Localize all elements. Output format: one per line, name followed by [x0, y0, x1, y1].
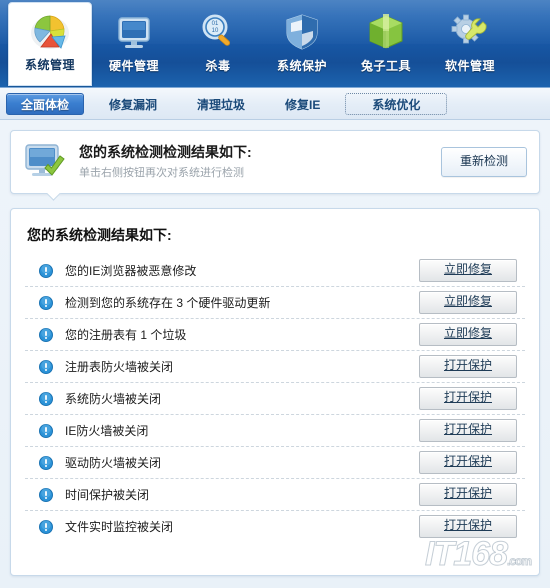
toolbar-item-label: 系统保护	[276, 59, 327, 73]
result-text: 驱动防火墙被关闭	[65, 456, 162, 470]
fix-now-button[interactable]: 立即修复	[419, 291, 517, 314]
toolbar-item-label: 兔子工具	[360, 59, 411, 73]
warning-icon	[39, 391, 53, 406]
table-row: 驱动防火墙被关闭 打开保护	[25, 447, 525, 479]
green-box-icon	[363, 10, 409, 54]
table-row: 注册表防火墙被关闭 打开保护	[25, 351, 525, 383]
table-row: 检测到您的系统存在 3 个硬件驱动更新 立即修复	[25, 287, 525, 319]
table-row: 时间保护被关闭 打开保护	[25, 479, 525, 511]
toolbar-item-label: 软件管理	[444, 59, 495, 73]
toolbar-item-label: 系统管理	[24, 58, 75, 72]
toolbar-item-antivirus[interactable]: 01 10 杀毒	[176, 4, 260, 84]
toolbar-item-label: 杀毒	[205, 59, 231, 73]
warning-icon	[39, 487, 53, 502]
toolbar-item-rabbit-tools[interactable]: 兔子工具	[344, 4, 428, 84]
enable-protection-button[interactable]: 打开保护	[419, 515, 517, 538]
button-label: 打开保护	[443, 486, 492, 500]
fix-now-button[interactable]: 立即修复	[419, 323, 517, 346]
table-row: 您的IE浏览器被恶意修改 立即修复	[25, 255, 525, 287]
enable-protection-button[interactable]: 打开保护	[419, 451, 517, 474]
result-text: 注册表防火墙被关闭	[65, 360, 174, 374]
button-label: 打开保护	[443, 390, 492, 404]
magnifier-icon: 01 10	[195, 10, 241, 54]
content-area: 您的系统检测检测结果如下: 单击右侧按钮再次对系统进行检测 重新检测 您的系统检…	[0, 120, 550, 588]
detection-header-subtitle: 单击右侧按钮再次对系统进行检测	[79, 167, 244, 179]
warning-icon	[39, 455, 53, 470]
rescan-button[interactable]: 重新检测	[441, 147, 527, 177]
warning-icon	[39, 423, 53, 438]
button-label: 立即修复	[443, 294, 492, 308]
shield-icon	[279, 10, 325, 54]
enable-protection-button[interactable]: 打开保护	[419, 387, 517, 410]
detection-header-texts: 您的系统检测检测结果如下: 单击右侧按钮再次对系统进行检测	[69, 142, 441, 182]
enable-protection-button[interactable]: 打开保护	[419, 483, 517, 506]
enable-protection-button[interactable]: 打开保护	[419, 419, 517, 442]
toolbar-item-software-management[interactable]: 软件管理	[428, 4, 512, 84]
button-label: 立即修复	[443, 326, 492, 340]
tab-fix-vulnerabilities[interactable]: 修复漏洞	[94, 93, 172, 115]
button-label: 打开保护	[443, 422, 492, 436]
toolbar-item-label: 硬件管理	[108, 59, 159, 73]
enable-protection-button[interactable]: 打开保护	[419, 355, 517, 378]
button-label: 立即修复	[443, 262, 492, 276]
results-title: 您的系统检测结果如下:	[27, 227, 172, 243]
warning-icon	[39, 327, 53, 342]
card-notch	[47, 193, 63, 202]
tab-system-optimization[interactable]: 系统优化	[345, 92, 448, 115]
warning-icon	[39, 263, 53, 278]
button-label: 打开保护	[443, 454, 492, 468]
detection-header-title: 您的系统检测检测结果如下:	[79, 144, 252, 160]
result-text: 系统防火墙被关闭	[65, 392, 162, 406]
tab-full-checkup[interactable]: 全面体检	[6, 92, 85, 115]
fix-now-button[interactable]: 立即修复	[419, 259, 517, 282]
detection-header-card: 您的系统检测检测结果如下: 单击右侧按钮再次对系统进行检测 重新检测	[10, 130, 540, 201]
toolbar-items: 系统管理 硬件管理 01 10 杀毒 系统保护 兔子工具 软件管理	[0, 0, 550, 87]
button-label: 打开保护	[443, 518, 492, 532]
result-text: 您的IE浏览器被恶意修改	[65, 264, 197, 278]
result-text: 检测到您的系统存在 3 个硬件驱动更新	[65, 296, 271, 310]
warning-icon	[39, 359, 53, 374]
button-label: 打开保护	[443, 358, 492, 372]
warning-icon	[39, 295, 53, 310]
main-toolbar: 系统管理 硬件管理 01 10 杀毒 系统保护 兔子工具 软件管理	[0, 0, 550, 88]
watermark: IT168.com	[425, 537, 533, 572]
results-list: 您的IE浏览器被恶意修改 立即修复 检测到您的系统存在 3 个硬件驱动更新 立即…	[25, 255, 525, 542]
tab-clean-junk[interactable]: 清理垃圾	[182, 93, 260, 115]
result-text: 时间保护被关闭	[65, 488, 150, 502]
toolbar-item-hardware-management[interactable]: 硬件管理	[92, 4, 176, 84]
result-text: 文件实时监控被关闭	[65, 520, 174, 534]
toolbar-item-system-protection[interactable]: 系统保护	[260, 4, 344, 84]
result-text: 您的注册表有 1 个垃圾	[65, 328, 187, 342]
tab-strip: 全面体检 修复漏洞 清理垃圾 修复IE 系统优化	[0, 88, 550, 120]
results-card: 您的系统检测结果如下: 您的IE浏览器被恶意修改 立即修复 检测到您的系统存在 …	[10, 208, 540, 576]
table-row: 系统防火墙被关闭 打开保护	[25, 383, 525, 415]
result-text: IE防火墙被关闭	[65, 424, 149, 438]
table-row: IE防火墙被关闭 打开保护	[25, 415, 525, 447]
toolbar-item-system-management[interactable]: 系统管理	[8, 2, 92, 86]
application-window: 系统管理 硬件管理 01 10 杀毒 系统保护 兔子工具 软件管理 全面体检 修…	[0, 0, 550, 588]
watermark-suffix: .com	[506, 554, 532, 568]
pie-chart-icon	[27, 9, 73, 53]
warning-icon	[39, 519, 53, 534]
table-row: 文件实时监控被关闭 打开保护	[25, 511, 525, 542]
table-row: 您的注册表有 1 个垃圾 立即修复	[25, 319, 525, 351]
svg-text:01: 01	[212, 21, 219, 27]
monitor-check-icon	[23, 141, 69, 183]
monitor-icon	[111, 10, 157, 54]
gear-wrench-icon	[447, 10, 493, 54]
svg-text:10: 10	[212, 28, 219, 34]
tab-fix-ie[interactable]: 修复IE	[270, 93, 335, 115]
